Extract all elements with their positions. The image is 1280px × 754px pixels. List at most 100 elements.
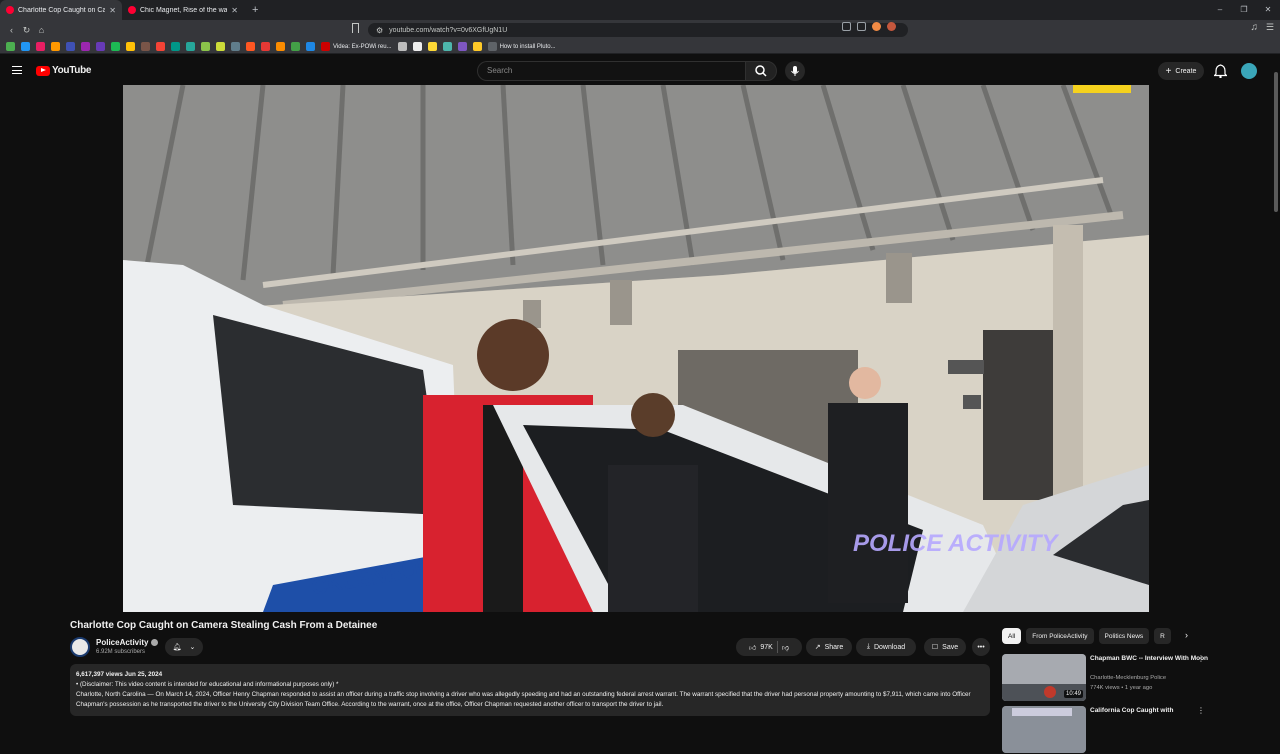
more-options-icon[interactable]: ⋮ xyxy=(1197,706,1205,715)
bookmark-icon[interactable] xyxy=(261,42,270,51)
wall-sign xyxy=(948,360,984,374)
site-info-icon[interactable]: ⚙ xyxy=(376,26,383,35)
dislike-button[interactable]: 👎︎ xyxy=(782,643,789,652)
bookmark-icon[interactable] xyxy=(442,42,452,51)
scrollbar-thumb[interactable] xyxy=(1274,72,1278,212)
new-tab-button[interactable]: + xyxy=(244,4,266,16)
video-player[interactable]: CKLENBURG POLICE ACTIVITY xyxy=(123,85,1149,612)
youtube-logo[interactable]: YouTube xyxy=(36,65,92,76)
chip-all[interactable]: All xyxy=(1002,628,1022,644)
recommended-title: California Cop Caught with xyxy=(1090,707,1174,714)
back-icon[interactable]: ‹ xyxy=(4,25,19,35)
bookmark-icon[interactable] xyxy=(231,42,240,51)
install-icon[interactable] xyxy=(842,22,851,31)
window-controls: – ❐ ✕ xyxy=(1208,0,1280,20)
bookmark-icon xyxy=(487,42,497,51)
bookmark-icon[interactable] xyxy=(397,42,407,51)
bookmark-icon[interactable] xyxy=(126,42,135,51)
close-tab-icon[interactable]: ✕ xyxy=(109,6,116,15)
bookmark-icon[interactable] xyxy=(291,42,300,51)
share-label: Share xyxy=(824,643,844,651)
close-window-button[interactable]: ✕ xyxy=(1256,0,1280,20)
hamburger-menu-icon[interactable] xyxy=(12,66,22,74)
search-input[interactable]: Search xyxy=(477,61,745,81)
wall-door xyxy=(983,330,1053,500)
account-avatar[interactable] xyxy=(1241,63,1257,79)
bookmark-icon[interactable] xyxy=(457,42,467,51)
media-icon[interactable]: ♫ xyxy=(1251,22,1259,33)
address-bar[interactable]: ⚙ youtube.com/watch?v=0v6XGfUgN1U xyxy=(368,23,908,37)
bookmark-label: Videa: Ex-POWi reu... xyxy=(333,43,392,50)
browser-tab[interactable]: Chic Magnet, Rise of the warrior wom ✕ xyxy=(122,0,244,20)
voice-search-button[interactable] xyxy=(785,61,805,81)
chip-politics-news[interactable]: Politics News xyxy=(1098,628,1150,644)
bookmark-star-icon[interactable] xyxy=(352,23,359,33)
subscription-bell-button[interactable]: 🔔︎ ⌄ xyxy=(165,638,203,656)
bookmark-icon[interactable] xyxy=(96,42,105,51)
bookmark-icon[interactable] xyxy=(186,42,195,51)
bookmark-icon[interactable] xyxy=(66,42,75,51)
more-actions-button[interactable]: ••• xyxy=(972,638,990,656)
related-chips: All From PoliceActivity Politics News R xyxy=(1002,628,1171,644)
share-page-icon[interactable] xyxy=(857,22,866,31)
close-tab-icon[interactable]: ✕ xyxy=(231,6,238,15)
wall-sign xyxy=(963,395,981,409)
bookmark-link[interactable]: How to install Pluto... xyxy=(487,42,556,51)
menu-icon[interactable]: ☰ xyxy=(1266,22,1274,33)
like-button[interactable]: 👍︎ 97K xyxy=(749,643,773,652)
chip-truncated[interactable]: R xyxy=(1154,628,1171,644)
tab-title: Charlotte Cop Caught on Cam xyxy=(18,6,106,14)
search-button[interactable] xyxy=(745,61,777,81)
bookmark-icon[interactable] xyxy=(216,42,225,51)
subscriber-count: 6.92M subscribers xyxy=(96,649,146,655)
description-box[interactable]: 6,617,397 views Jun 25, 2024 • (Disclaim… xyxy=(70,664,990,716)
bookmark-icon[interactable] xyxy=(246,42,255,51)
bookmark-icon[interactable] xyxy=(427,42,437,51)
officer xyxy=(828,403,908,603)
bookmark-icon xyxy=(321,42,330,51)
minimize-button[interactable]: – xyxy=(1208,0,1232,20)
channel-name[interactable]: PoliceActivity xyxy=(96,638,159,647)
bookmark-icon[interactable] xyxy=(111,42,120,51)
video-thumbnail[interactable]: 10:49 xyxy=(1002,654,1086,701)
video-thumbnail[interactable] xyxy=(1002,706,1086,753)
bookmark-icon[interactable] xyxy=(81,42,90,51)
more-options-icon[interactable]: ⋮ xyxy=(1197,654,1205,663)
save-button[interactable]: ☐ Save xyxy=(924,638,966,656)
bookmark-icon[interactable] xyxy=(171,42,180,51)
bookmark-icon[interactable] xyxy=(141,42,150,51)
youtube-favicon-icon xyxy=(128,6,136,14)
video-duration: 10:49 xyxy=(1063,690,1083,698)
bookmark-icon[interactable] xyxy=(306,42,315,51)
notifications-bell-icon[interactable] xyxy=(1214,64,1227,78)
bookmark-icon[interactable] xyxy=(156,42,165,51)
bookmark-icon[interactable] xyxy=(51,42,60,51)
reload-icon[interactable]: ↻ xyxy=(19,25,34,36)
recommended-video[interactable]: California Cop Caught with ⋮ xyxy=(1002,706,1272,754)
create-button[interactable]: + Create xyxy=(1158,62,1204,80)
bookmark-icon[interactable] xyxy=(412,42,422,51)
download-icon: ⤓ xyxy=(866,643,870,650)
maximize-button[interactable]: ❐ xyxy=(1232,0,1256,20)
brave-shield-icon[interactable] xyxy=(872,22,881,31)
browser-tab[interactable]: Charlotte Cop Caught on Cam ✕ xyxy=(0,0,122,20)
thumbs-down-icon: 👎︎ xyxy=(781,644,789,652)
recommended-video[interactable]: 10:49 Chapman BWC -- Interview With Moon… xyxy=(1002,654,1272,702)
bookmark-icon[interactable] xyxy=(201,42,210,51)
bookmark-icon[interactable] xyxy=(276,42,285,51)
thumbnail-image xyxy=(1002,706,1086,753)
bookmark-icon[interactable] xyxy=(6,42,15,51)
bookmark-icon[interactable] xyxy=(36,42,45,51)
download-button[interactable]: ⤓ Download xyxy=(856,638,916,656)
recommended-title: Chapman BWC -- Interview With Moon xyxy=(1090,655,1209,662)
home-icon[interactable]: ⌂ xyxy=(34,25,49,35)
chip-next-icon[interactable]: › xyxy=(1185,630,1188,640)
bookmark-icon[interactable] xyxy=(21,42,30,51)
channel-avatar[interactable] xyxy=(70,637,90,657)
bookmark-icon[interactable] xyxy=(472,42,482,51)
share-button[interactable]: ↗ Share xyxy=(806,638,852,656)
recommended-meta: 774K views • 1 year ago xyxy=(1090,685,1153,691)
chip-from-channel[interactable]: From PoliceActivity xyxy=(1026,628,1094,644)
bookmark-link[interactable]: Videa: Ex-POWi reu... xyxy=(321,42,392,51)
extension-icon[interactable] xyxy=(887,22,896,31)
